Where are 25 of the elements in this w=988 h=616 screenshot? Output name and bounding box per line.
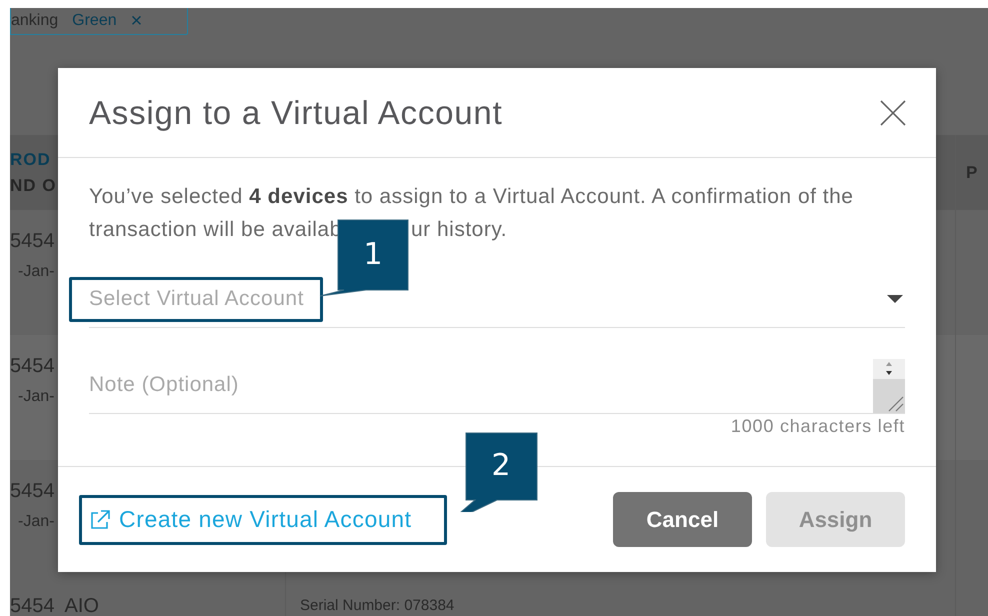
filter-value: Green xyxy=(72,12,117,30)
note-field[interactable]: Note (Optional) xyxy=(89,356,905,414)
table-cell: 5454 xyxy=(10,480,54,503)
resize-handle-icon[interactable] xyxy=(873,359,905,413)
table-cell-text: -Jan- xyxy=(17,263,54,281)
remove-filter-button[interactable]: × xyxy=(130,10,142,32)
table-cell: Serial Number: 078384 xyxy=(300,597,454,614)
message-text: ur history. xyxy=(411,217,508,243)
table-cell: 5454 xyxy=(10,230,54,253)
table-cell-text: -Jan- xyxy=(17,388,54,406)
filter-chip[interactable]: anking Green × xyxy=(10,8,188,35)
create-account-link[interactable]: Create new Virtual Account xyxy=(89,506,412,533)
table-cell: 5454 xyxy=(10,355,54,378)
callout-number: 1 xyxy=(362,237,384,272)
callout-number: 2 xyxy=(490,448,512,483)
table-cell-text: -Jan- xyxy=(17,513,54,531)
message-text: You’ve selected 4 devices to assign to a Virtual Account. A confirmation of the xyxy=(89,184,854,210)
caret-icon xyxy=(887,294,903,302)
filter-label: anking xyxy=(11,12,58,30)
cancel-button[interactable]: Cancel xyxy=(613,492,752,547)
table-cell: 5454 AIO xyxy=(10,595,99,616)
character-counter: 1000 characters left xyxy=(730,416,905,437)
dialog-title: Assign to a Virtual Account xyxy=(89,94,503,132)
close-icon[interactable] xyxy=(879,98,907,126)
external-link-icon xyxy=(89,508,111,530)
